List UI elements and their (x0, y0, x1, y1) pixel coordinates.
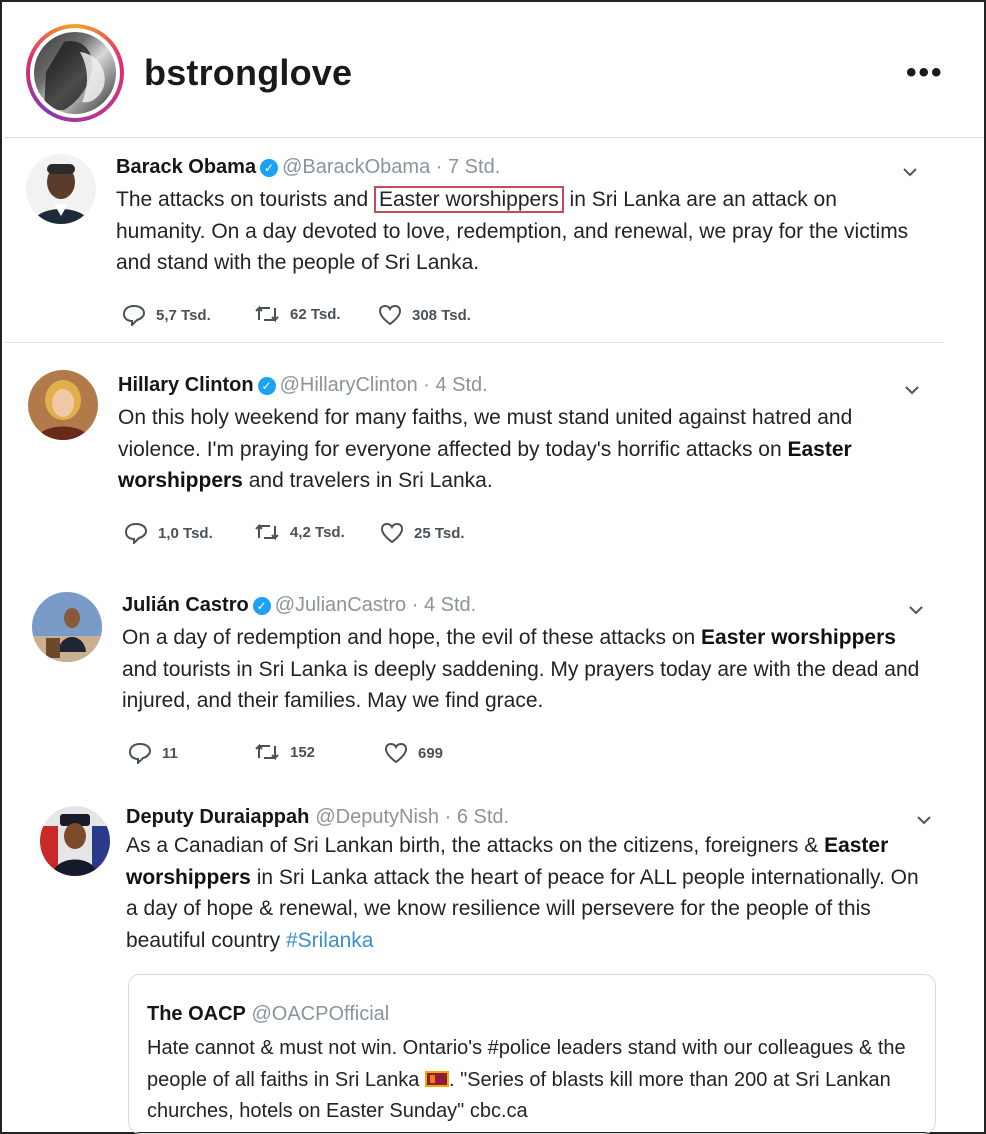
chevron-down-icon[interactable] (916, 812, 932, 828)
retweet-count: 4,2 Tsd. (290, 523, 345, 541)
avatar[interactable] (28, 370, 98, 440)
quoted-tweet[interactable]: The OACP @OACPOfficial Hate cannot & mus… (128, 974, 936, 1134)
retweet-button[interactable]: 4,2 Tsd. (254, 522, 345, 542)
tweet-text: The attacks on tourists and Easter worsh… (116, 186, 909, 274)
tweet-header: Hillary Clinton ✓ @HillaryClinton · 4 Std. (118, 374, 488, 397)
bold-phrase: Easter worshippers (701, 626, 896, 649)
tweet-card[interactable]: Julián Castro ✓ @JulianCastro · 4 Std. On … (4, 576, 984, 788)
author-handle[interactable]: @BarackObama (282, 156, 430, 178)
tweet-text: As a Canadian of Sri Lankan birth, the a… (126, 834, 919, 952)
timestamp[interactable]: 4 Std. (424, 594, 476, 616)
author-name[interactable]: Deputy Duraiappah (126, 806, 309, 828)
reply-count: 1,0 Tsd. (158, 524, 213, 542)
tweet-actions: 11 152 699 (128, 742, 628, 766)
quoted-author-name[interactable]: The OACP (147, 1003, 246, 1025)
like-count: 308 Tsd. (412, 306, 471, 324)
verified-badge-icon: ✓ (252, 597, 271, 615)
author-name[interactable]: Barack Obama (116, 156, 256, 178)
retweet-button[interactable]: 152 (254, 742, 315, 762)
tweet-text: On this holy weekend for many faiths, we… (118, 406, 853, 492)
divider (4, 342, 944, 343)
reply-button[interactable]: 5,7 Tsd. (122, 304, 211, 326)
separator: · (430, 156, 448, 178)
sri-lanka-flag-icon (424, 1070, 449, 1087)
separator: · (439, 806, 457, 828)
tweet-actions: 5,7 Tsd. 62 Tsd. 308 Tsd. (122, 304, 622, 328)
separator: · (417, 374, 436, 396)
author-name[interactable]: Julián Castro (122, 594, 249, 616)
tweet-header: Julián Castro ✓ @JulianCastro · 4 Std. (122, 594, 476, 617)
reply-count: 5,7 Tsd. (156, 306, 211, 324)
retweet-button[interactable]: 62 Tsd. (254, 304, 341, 324)
tweet-header: Barack Obama ✓ @BarackObama · 7 Std. (116, 156, 500, 179)
chevron-down-icon[interactable] (904, 382, 920, 398)
screenshot-frame: bstronglove ••• Barack Obama ✓ @BarackObam… (0, 0, 986, 1134)
tweet-actions: 1,0 Tsd. 4,2 Tsd. 25 Tsd. (124, 522, 624, 546)
chevron-down-icon[interactable] (908, 602, 924, 618)
verified-badge-icon: ✓ (257, 377, 276, 395)
like-count: 699 (418, 744, 444, 762)
tweet-card[interactable]: Barack Obama ✓ @BarackObama · 7 Std. The a… (4, 138, 984, 344)
avatar[interactable] (32, 592, 102, 662)
reply-count: 11 (162, 744, 178, 762)
avatar[interactable] (40, 806, 110, 876)
avatar-photo (34, 32, 116, 114)
timestamp[interactable]: 4 Std. (435, 374, 487, 396)
verified-badge-icon: ✓ (260, 159, 279, 177)
like-button[interactable]: 308 Tsd. (378, 304, 471, 326)
avatar[interactable] (26, 154, 96, 224)
like-count: 25 Tsd. (414, 524, 465, 542)
retweet-count: 62 Tsd. (290, 305, 341, 323)
like-button[interactable]: 25 Tsd. (380, 522, 465, 544)
retweet-count: 152 (290, 743, 316, 761)
author-handle[interactable]: @HillaryClinton (280, 374, 418, 396)
quoted-author-handle[interactable]: @OACPOfficial (251, 1003, 389, 1025)
author-handle[interactable]: @JulianCastro (275, 594, 406, 616)
author-handle[interactable]: @DeputyNish (315, 806, 439, 828)
tweet-header: Deputy Duraiappah @DeputyNish · 6 Std. (126, 806, 509, 829)
tweet-card[interactable]: Hillary Clinton ✓ @HillaryClinton · 4 Std.… (4, 354, 984, 570)
username[interactable]: bstronglove (144, 52, 352, 94)
post-header: bstronglove ••• (4, 4, 984, 138)
tweet-text: On a day of redemption and hope, the evi… (122, 626, 920, 712)
timestamp[interactable]: 7 Std. (448, 156, 500, 178)
author-name[interactable]: Hillary Clinton (118, 374, 254, 396)
reply-button[interactable]: 1,0 Tsd. (124, 522, 213, 544)
separator: · (406, 594, 424, 616)
profile-avatar[interactable] (26, 24, 124, 122)
reply-button[interactable]: 11 (128, 742, 178, 764)
highlighted-phrase: Easter worshippers (373, 186, 564, 213)
tweet-card[interactable]: Deputy Duraiappah @DeputyNish · 6 Std. As… (4, 792, 984, 972)
quoted-header: The OACP @OACPOfficial (147, 1003, 389, 1026)
timestamp[interactable]: 6 Std. (457, 806, 509, 828)
quoted-text: Hate cannot & must not win. Ontario's #p… (147, 1037, 906, 1122)
like-button[interactable]: 699 (384, 742, 443, 764)
hashtag-link[interactable]: #Srilanka (286, 929, 374, 952)
chevron-down-icon[interactable] (902, 164, 918, 180)
more-options-icon[interactable]: ••• (906, 56, 944, 90)
